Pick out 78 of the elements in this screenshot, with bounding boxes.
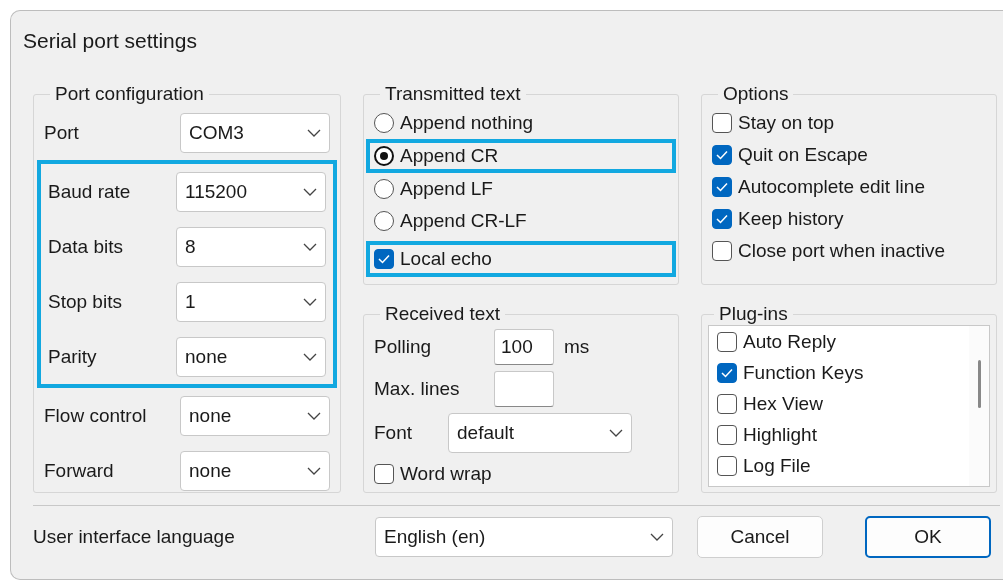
dropdown[interactable]: 115200 xyxy=(176,171,326,212)
radio-button[interactable] xyxy=(374,211,394,231)
chevron-down-icon xyxy=(303,187,317,196)
checkbox-label: Log File xyxy=(743,454,811,477)
checkbox-label: Highlight xyxy=(743,423,817,446)
checkbox-label: Hex View xyxy=(743,392,823,415)
radio-label: Append CR xyxy=(400,145,499,167)
checkbox-label: Auto Reply xyxy=(743,330,836,353)
check-icon xyxy=(716,150,728,160)
radio-button[interactable] xyxy=(374,113,394,133)
field-label: Font xyxy=(374,422,414,444)
dropdown[interactable]: English (en) xyxy=(375,517,673,557)
dropdown[interactable]: default xyxy=(448,413,632,453)
checkbox[interactable] xyxy=(712,113,732,133)
group-title: Received text xyxy=(384,303,502,325)
group-title: Transmitted text xyxy=(384,83,522,105)
field-label: Polling xyxy=(374,336,433,358)
unit-label: ms xyxy=(564,336,590,358)
field-label: Stop bits xyxy=(48,290,122,313)
checkbox[interactable] xyxy=(717,424,737,445)
window-title: Serial port settings xyxy=(22,28,198,54)
chevron-down-icon xyxy=(303,242,317,251)
checkbox[interactable] xyxy=(712,177,732,197)
field-label: Parity xyxy=(48,345,97,368)
checkbox[interactable] xyxy=(717,362,737,383)
chevron-down-icon xyxy=(650,533,664,541)
checkbox[interactable] xyxy=(712,241,732,261)
checkbox[interactable] xyxy=(717,393,737,414)
checkbox[interactable] xyxy=(717,455,737,476)
check-icon xyxy=(378,254,390,264)
checkbox[interactable] xyxy=(712,145,732,165)
field-label: Port xyxy=(44,121,79,144)
chevron-down-icon xyxy=(307,128,321,137)
check-icon xyxy=(721,367,733,378)
max-lines-input[interactable] xyxy=(494,371,554,407)
radio-button[interactable] xyxy=(374,146,394,166)
radio-label: Append nothing xyxy=(400,112,534,134)
group-title: Port configuration xyxy=(54,83,205,105)
chevron-down-icon xyxy=(609,429,623,437)
checkbox[interactable] xyxy=(374,249,394,269)
field-label: Baud rate xyxy=(48,180,131,203)
chevron-down-icon xyxy=(303,297,317,306)
dropdown[interactable]: none xyxy=(180,450,330,491)
radio-label: Append LF xyxy=(400,178,493,200)
checkbox[interactable] xyxy=(717,331,737,352)
field-label: Max. lines xyxy=(374,378,461,400)
checkbox-label: Word wrap xyxy=(400,463,492,485)
field-label: Data bits xyxy=(48,235,123,258)
checkbox-label: Keep history xyxy=(738,208,844,230)
checkbox-label: Autocomplete edit line xyxy=(738,176,925,198)
chevron-down-icon xyxy=(307,411,321,420)
dropdown[interactable]: 1 xyxy=(176,281,326,322)
dialog-button[interactable]: OK xyxy=(865,516,991,558)
checkbox-label: Local echo xyxy=(400,248,492,270)
radio-label: Append CR-LF xyxy=(400,210,527,232)
field-label: User interface language xyxy=(33,526,236,548)
chevron-down-icon xyxy=(307,466,321,475)
dropdown[interactable]: none xyxy=(180,395,330,436)
field-label: Forward xyxy=(44,459,114,482)
scrollbar-thumb[interactable] xyxy=(977,360,981,408)
field-label: Flow control xyxy=(44,404,147,427)
group-title: Plug-ins xyxy=(718,303,789,325)
checkbox-label: Stay on top xyxy=(738,112,835,134)
dropdown[interactable]: 8 xyxy=(176,226,326,267)
dropdown[interactable]: none xyxy=(176,336,326,377)
radio-button[interactable] xyxy=(374,179,394,199)
check-icon xyxy=(716,214,728,224)
chevron-down-icon xyxy=(303,352,317,361)
dropdown[interactable]: COM3 xyxy=(180,112,330,153)
checkbox-label: Quit on Escape xyxy=(738,144,868,166)
polling-input[interactable]: 100 xyxy=(494,329,554,365)
checkbox[interactable] xyxy=(712,209,732,229)
group-title: Options xyxy=(722,83,790,105)
check-icon xyxy=(716,182,728,192)
checkbox-label: Function Keys xyxy=(743,361,864,384)
dialog-button[interactable]: Cancel xyxy=(697,516,823,558)
checkbox-label: Close port when inactive xyxy=(738,240,945,262)
checkbox[interactable] xyxy=(374,464,394,484)
